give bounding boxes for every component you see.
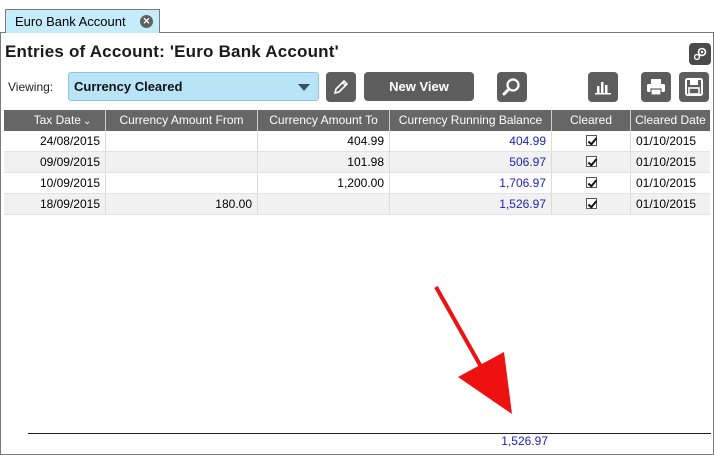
cleared-checkbox[interactable]	[585, 198, 597, 210]
cell-cleared	[552, 194, 631, 214]
cleared-checkbox[interactable]	[585, 135, 597, 147]
tab-euro-bank-account[interactable]: Euro Bank Account ✕	[5, 9, 160, 33]
cell-amount-from	[106, 152, 258, 172]
column-header-cleared-date[interactable]: Cleared Date	[631, 110, 710, 131]
new-view-button[interactable]: New View	[364, 72, 474, 101]
cell-amount-from: 180.00	[106, 194, 258, 214]
tab-label: Euro Bank Account	[15, 14, 126, 29]
floppy-disk-icon	[685, 78, 703, 96]
cell-cleared	[552, 152, 631, 172]
cell-running-balance: 1,526.97	[390, 194, 552, 214]
cell-running-balance: 1,706.97	[390, 173, 552, 193]
table-row[interactable]: 10/09/2015 1,200.00 1,706.97 01/10/2015	[4, 173, 710, 194]
edit-view-button[interactable]	[326, 72, 356, 102]
bar-chart-icon	[595, 82, 611, 95]
chevron-down-icon	[298, 84, 310, 91]
gear-icon	[693, 47, 707, 61]
cleared-checkbox[interactable]	[585, 177, 597, 189]
cell-cleared	[552, 173, 631, 193]
table-row[interactable]: 09/09/2015 101.98 506.97 01/10/2015	[4, 152, 710, 173]
cell-cleared	[552, 131, 631, 151]
sort-descending-icon: ⌄	[82, 116, 92, 127]
cell-amount-to: 101.98	[258, 152, 390, 172]
running-balance-total: 1,526.97	[501, 434, 548, 448]
tab-bar: Euro Bank Account ✕	[0, 0, 714, 33]
cell-amount-to	[258, 194, 390, 214]
cell-running-balance: 404.99	[390, 131, 552, 151]
search-button[interactable]	[497, 72, 527, 102]
print-button[interactable]	[641, 72, 671, 102]
cell-running-balance: 506.97	[390, 152, 552, 172]
cleared-checkbox[interactable]	[585, 156, 597, 168]
view-select[interactable]: Currency Cleared	[68, 72, 319, 101]
magnifier-icon	[502, 78, 520, 96]
column-header-amount-from[interactable]: Currency Amount From	[106, 110, 258, 131]
cell-amount-to: 1,200.00	[258, 173, 390, 193]
settings-button[interactable]	[689, 43, 711, 65]
close-icon[interactable]: ✕	[140, 15, 153, 28]
cell-cleared-date: 01/10/2015	[636, 176, 697, 190]
chart-button[interactable]	[588, 72, 618, 102]
printer-icon	[647, 79, 665, 96]
column-header-cleared[interactable]: Cleared	[552, 110, 631, 131]
cell-cleared-date: 01/10/2015	[636, 197, 697, 211]
view-select-value: Currency Cleared	[74, 79, 183, 94]
cell-tax-date: 09/09/2015	[4, 152, 106, 172]
cell-tax-date: 24/08/2015	[4, 131, 106, 151]
entries-table: Tax Date ⌄ Currency Amount From Currency …	[4, 110, 710, 215]
pencil-icon	[333, 79, 349, 95]
viewing-label: Viewing:	[8, 80, 54, 94]
column-header-amount-to[interactable]: Currency Amount To	[258, 110, 390, 131]
cell-cleared-date: 01/10/2015	[636, 134, 697, 148]
column-header-tax-date[interactable]: Tax Date ⌄	[4, 110, 106, 131]
cell-amount-from	[106, 131, 258, 151]
table-row[interactable]: 24/08/2015 404.99 404.99 01/10/2015	[4, 131, 710, 152]
table-row[interactable]: 18/09/2015 180.00 1,526.97 01/10/2015	[4, 194, 710, 215]
cell-tax-date: 10/09/2015	[4, 173, 106, 193]
table-header: Tax Date ⌄ Currency Amount From Currency …	[4, 110, 710, 131]
page-title: Entries of Account: 'Euro Bank Account'	[5, 42, 339, 61]
cell-amount-from	[106, 173, 258, 193]
cell-amount-to: 404.99	[258, 131, 390, 151]
save-button[interactable]	[679, 72, 709, 102]
cell-cleared-date: 01/10/2015	[636, 155, 697, 169]
column-header-label: Tax Date	[33, 113, 81, 127]
column-header-running-balance[interactable]: Currency Running Balance	[390, 110, 552, 131]
totals-divider	[28, 433, 711, 434]
cell-tax-date: 18/09/2015	[4, 194, 106, 214]
